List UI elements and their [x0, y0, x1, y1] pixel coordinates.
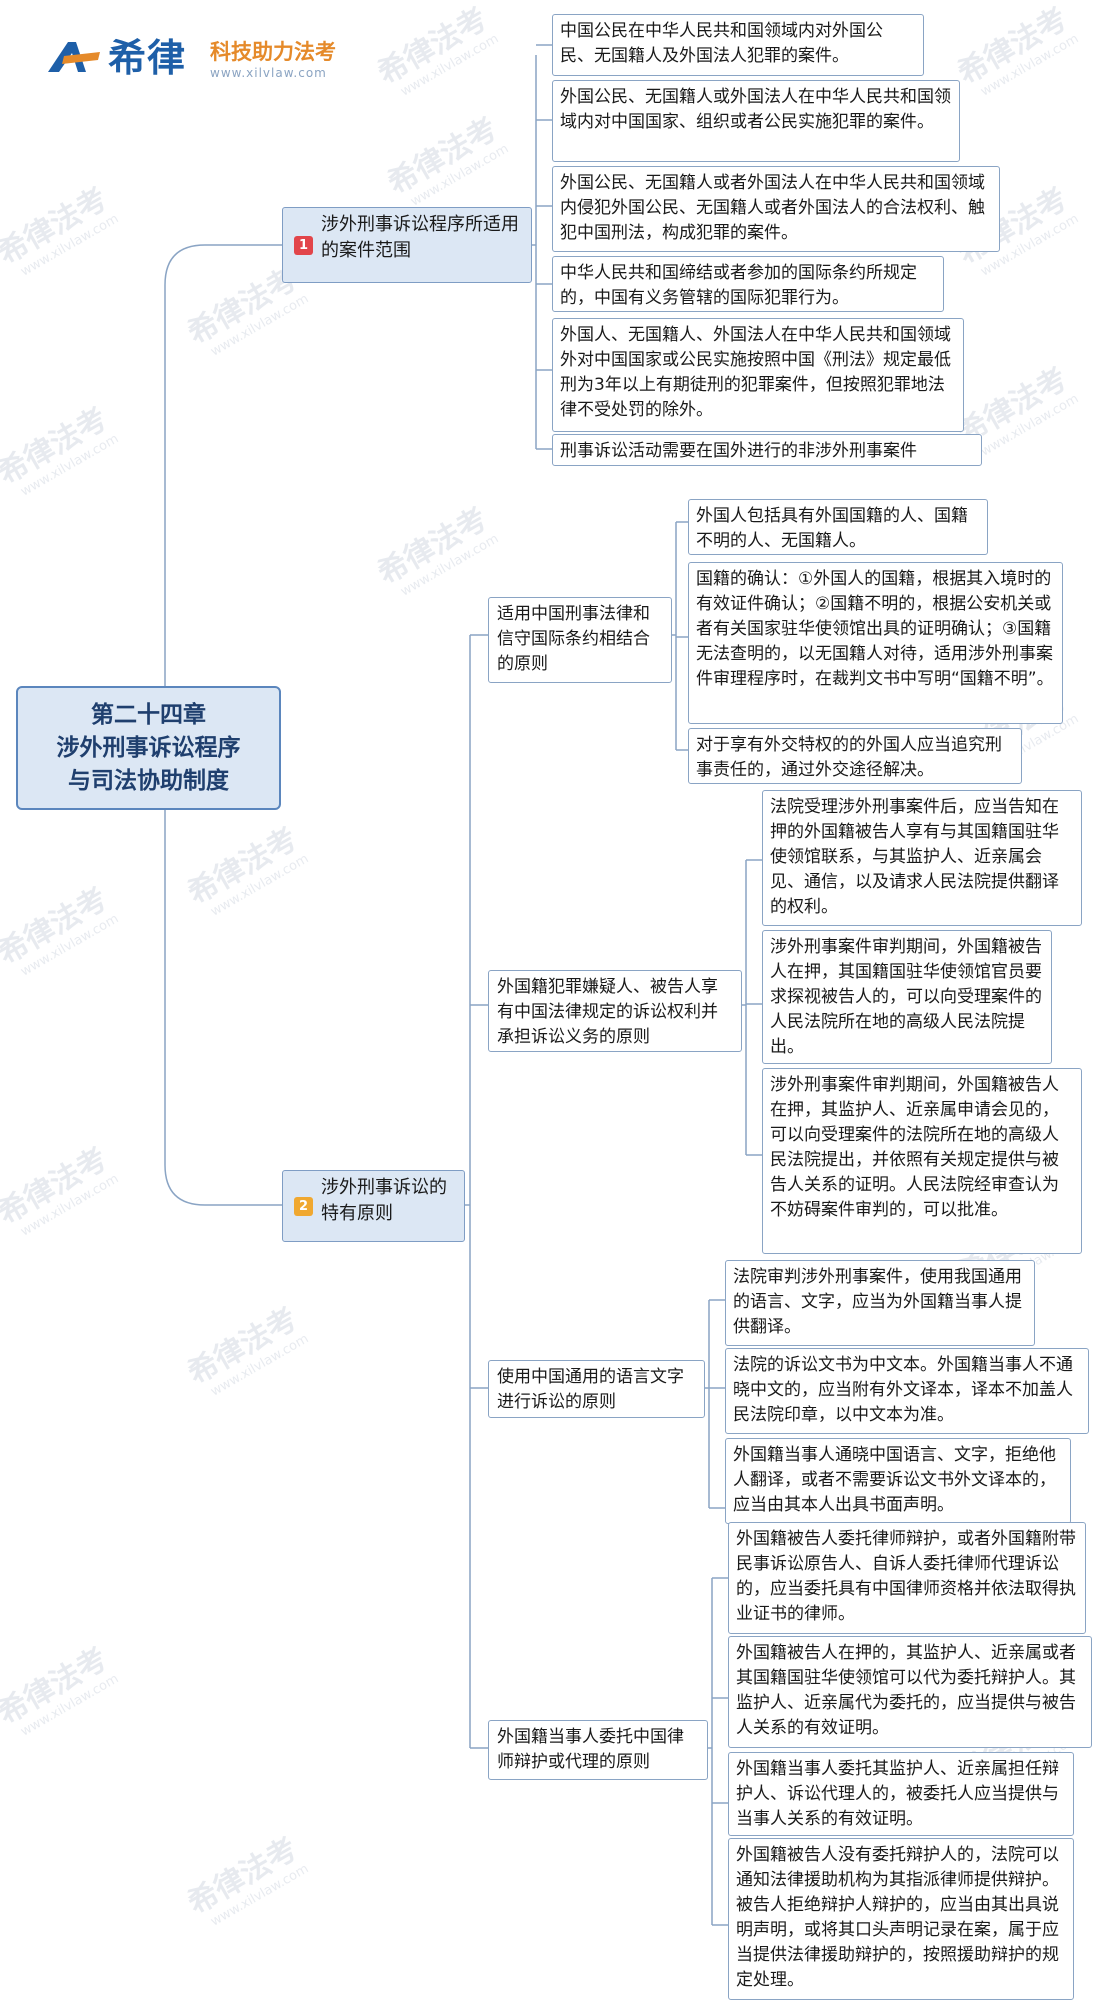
principle-chinese-language-item[interactable]: 法院审判涉外刑事案件，使用我国通用的语言、文字，应当为外国籍当事人提供翻译。	[725, 1260, 1035, 1346]
principle-rights-and-duties-item[interactable]: 涉外刑事案件审判期间，外国籍被告人在押，其监护人、近亲属申请会见的，可以向受理案…	[762, 1068, 1082, 1254]
principle-chinese-lawyer-item[interactable]: 外国籍当事人委托其监护人、近亲属担任辩护人、诉讼代理人的，被委托人应当提供与当事…	[728, 1752, 1074, 1836]
case-scope-item[interactable]: 中国公民在中华人民共和国领域内对外国公民、无国籍人及外国法人犯罪的案件。	[552, 14, 924, 76]
branch-case-scope[interactable]: 1 涉外刑事诉讼程序所适用的案件范围	[282, 207, 532, 283]
xilv-logo-icon	[48, 42, 100, 72]
case-scope-item[interactable]: 中华人民共和国缔结或者参加的国际条约所规定的，中国有义务管辖的国际犯罪行为。	[552, 256, 944, 312]
principle-chinese-lawyer-item[interactable]: 外国籍被告人在押的，其监护人、近亲属或者其国籍国驻华使领馆可以代为委托辩护人。其…	[728, 1636, 1092, 1748]
root-title-line: 涉外刑事诉讼程序	[56, 734, 241, 761]
principle-chinese-lawyer-item[interactable]: 外国籍被告人没有委托辩护人的，法院可以通知法律援助机构为其指派律师提供辩护。被告…	[728, 1838, 1074, 2000]
priority-badge: 2	[294, 1197, 313, 1216]
principle-chinese-language[interactable]: 使用中国通用的语言文字进行诉讼的原则	[488, 1360, 705, 1418]
principle-law-and-treaty-item[interactable]: 国籍的确认：①外国人的国籍，根据其入境时的有效证件确认；②国籍不明的，根据公安机…	[688, 562, 1063, 724]
principle-rights-and-duties[interactable]: 外国籍犯罪嫌疑人、被告人享有中国法律规定的诉讼权利并承担诉讼义务的原则	[488, 970, 742, 1052]
principle-chinese-language-item[interactable]: 法院的诉讼文书为中文本。外国籍当事人不通晓中文的，应当附有外文译本，译本不加盖人…	[725, 1348, 1089, 1434]
principle-rights-and-duties-item[interactable]: 涉外刑事案件审判期间，外国籍被告人在押，其国籍国驻华使领馆官员要求探视被告人的，…	[762, 930, 1052, 1064]
branch-special-principles[interactable]: 2 涉外刑事诉讼的特有原则	[282, 1170, 465, 1242]
principle-law-and-treaty-item[interactable]: 外国人包括具有外国国籍的人、国籍不明的人、无国籍人。	[688, 499, 988, 555]
principle-law-and-treaty-item[interactable]: 对于享有外交特权的的外国人应当追究刑事责任的，通过外交途径解决。	[688, 728, 1022, 784]
logo-name: 希律	[108, 36, 187, 80]
root-title-line: 与司法协助制度	[68, 767, 229, 794]
principle-law-and-treaty[interactable]: 适用中国刑事法律和信守国际条约相结合的原则	[488, 597, 672, 683]
logo-slogan: 科技助力法考	[210, 40, 336, 64]
root-title-line: 第二十四章	[91, 701, 206, 728]
branch-label: 涉外刑事诉讼的特有原则	[321, 1177, 447, 1224]
principle-chinese-lawyer-item[interactable]: 外国籍被告人委托律师辩护，或者外国籍附带民事诉讼原告人、自诉人委托律师代理诉讼的…	[728, 1522, 1086, 1634]
branch-label: 涉外刑事诉讼程序所适用的案件范围	[321, 214, 519, 261]
logo-url: www.xilvlaw.com	[210, 66, 327, 80]
case-scope-item[interactable]: 外国公民、无国籍人或外国法人在中华人民共和国领域内对中国国家、组织或者公民实施犯…	[552, 80, 960, 162]
case-scope-item[interactable]: 外国公民、无国籍人或者外国法人在中华人民共和国领域内侵犯外国公民、无国籍人或者外…	[552, 166, 1000, 252]
case-scope-item[interactable]: 外国人、无国籍人、外国法人在中华人民共和国领域外对中国国家或公民实施按照中国《刑…	[552, 318, 964, 432]
case-scope-item[interactable]: 刑事诉讼活动需要在国外进行的非涉外刑事案件	[552, 434, 982, 466]
principle-rights-and-duties-item[interactable]: 法院受理涉外刑事案件后，应当告知在押的外国籍被告人享有与其国籍国驻华使领馆联系，…	[762, 790, 1082, 926]
root-topic[interactable]: 第二十四章 涉外刑事诉讼程序 与司法协助制度	[16, 686, 281, 810]
principle-chinese-language-item[interactable]: 外国籍当事人通晓中国语言、文字，拒绝他人翻译，或者不需要诉讼文书外文译本的，应当…	[725, 1438, 1071, 1524]
brand-logo: 希律 科技助力法考 www.xilvlaw.com	[46, 36, 346, 86]
priority-badge: 1	[294, 236, 313, 255]
principle-chinese-lawyer[interactable]: 外国籍当事人委托中国律师辩护或代理的原则	[488, 1720, 708, 1780]
